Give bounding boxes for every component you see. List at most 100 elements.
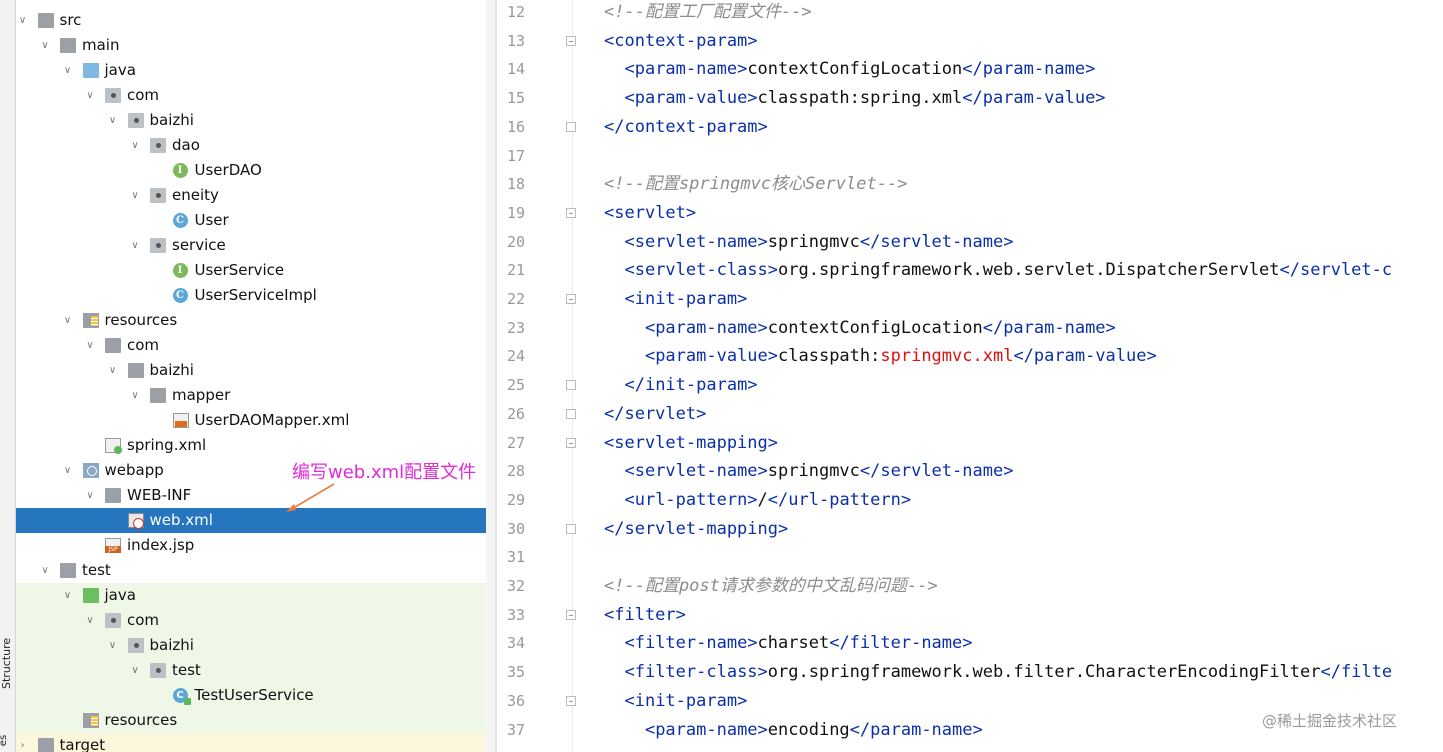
tree-item[interactable]: spring.xml xyxy=(16,433,495,458)
tree-item[interactable]: C TestUserService xyxy=(16,683,495,708)
tree-item-label: java xyxy=(104,61,136,79)
folder-icon xyxy=(127,363,144,378)
tree-item[interactable]: I UserDAO xyxy=(16,158,495,183)
chevron-down-icon[interactable]: ∨ xyxy=(106,633,120,658)
line-number: 15 xyxy=(506,89,525,108)
chevron-right-icon[interactable]: › xyxy=(16,733,30,752)
class-icon: C xyxy=(172,213,188,228)
chevron-down-icon[interactable]: ∨ xyxy=(128,183,142,208)
tree-item[interactable]: ∨ WEB-INF xyxy=(16,483,495,508)
tree-item[interactable]: UserDAOMapper.xml xyxy=(16,408,495,433)
line-number: 30 xyxy=(506,519,525,538)
tree-item-label: baizhi xyxy=(149,111,194,129)
tree-item[interactable]: ∨ src xyxy=(16,8,495,33)
line-number: 24 xyxy=(506,347,525,366)
bottom-tab[interactable]: es xyxy=(0,735,9,746)
tree-item-label: baizhi xyxy=(149,636,194,654)
chevron-down-icon[interactable]: ∨ xyxy=(106,358,120,383)
annotation-arrow xyxy=(286,483,335,512)
tree-item-label: spring.xml xyxy=(127,436,207,454)
chevron-down-icon[interactable]: ∨ xyxy=(61,458,75,483)
tree-item[interactable]: ∨ eneity xyxy=(16,183,495,208)
chevron-down-icon[interactable]: ∨ xyxy=(61,58,75,83)
fold-marker-icon[interactable] xyxy=(566,207,576,218)
source-folder-icon xyxy=(82,63,99,78)
chevron-down-icon[interactable]: ∨ xyxy=(128,383,142,408)
chevron-down-icon[interactable]: ∨ xyxy=(61,308,75,333)
chevron-down-icon[interactable]: ∨ xyxy=(38,33,52,58)
tree-item[interactable]: ∨ mapper xyxy=(16,383,495,408)
tree-item[interactable]: C UserServiceImpl xyxy=(16,283,495,308)
tree-item[interactable]: ∨ test xyxy=(16,658,495,683)
tree-item-label: web.xml xyxy=(149,511,213,529)
tree-item[interactable]: ∨ com xyxy=(16,333,495,358)
fold-marker-icon[interactable] xyxy=(566,609,576,620)
code-line: <param-name>encoding</param-name> xyxy=(644,719,983,740)
tree-item[interactable]: ∨ java xyxy=(16,583,495,608)
tree-item[interactable]: ∨ baizhi xyxy=(16,108,495,133)
package-icon xyxy=(127,638,144,653)
resources-folder-icon xyxy=(82,313,99,328)
excluded-folder-icon xyxy=(37,738,54,752)
code-line: <init-param> xyxy=(624,690,748,711)
tree-item[interactable]: ∨ service xyxy=(16,233,495,258)
package-icon xyxy=(105,613,121,628)
tree-item[interactable]: ∨ resources xyxy=(16,308,495,333)
chevron-down-icon[interactable]: ∨ xyxy=(128,658,142,683)
web-folder-icon xyxy=(82,463,99,478)
chevron-down-icon[interactable]: ∨ xyxy=(83,483,97,508)
structure-tab[interactable]: Structure xyxy=(0,638,14,689)
tree-item-label: UserService xyxy=(194,261,285,279)
chevron-down-icon[interactable]: ∨ xyxy=(83,608,97,633)
chevron-down-icon[interactable]: ∨ xyxy=(83,83,97,108)
chevron-down-icon[interactable]: ∨ xyxy=(16,8,30,33)
web-xml-icon xyxy=(127,513,144,529)
tree-item[interactable]: ∨ com xyxy=(16,608,495,633)
fold-marker-icon[interactable] xyxy=(566,380,576,391)
chevron-down-icon[interactable]: ∨ xyxy=(106,108,120,133)
line-number: 27 xyxy=(506,433,525,452)
tree-item[interactable]: ∨ com xyxy=(16,83,495,108)
code-line: <url-pattern>/</url-pattern> xyxy=(624,489,912,510)
tree-item-label: dao xyxy=(172,136,200,154)
fold-marker-icon[interactable] xyxy=(566,523,576,534)
fold-marker-icon[interactable] xyxy=(566,695,576,706)
tree-item-label: WEB-INF xyxy=(127,486,192,504)
fold-marker-icon[interactable] xyxy=(566,437,576,448)
tree-item[interactable]: › target xyxy=(16,733,495,752)
code-line: <filter-class>org.springframework.web.fi… xyxy=(624,662,1393,683)
chevron-down-icon[interactable]: ∨ xyxy=(61,583,75,608)
tree-item[interactable]: ∨ java xyxy=(16,58,495,83)
tree-item-label: test xyxy=(82,561,111,579)
tree-item[interactable]: resources xyxy=(16,708,495,733)
tree-item[interactable]: C User xyxy=(16,208,495,233)
test-source-folder-icon xyxy=(82,588,99,603)
code-line: <param-value>classpath:springmvc.xml</pa… xyxy=(644,346,1157,367)
chevron-down-icon[interactable]: ∨ xyxy=(128,233,142,258)
interface-icon: I xyxy=(172,163,188,178)
chevron-down-icon[interactable]: ∨ xyxy=(83,333,97,358)
fold-marker-icon[interactable] xyxy=(566,121,576,132)
fold-marker-icon[interactable] xyxy=(566,408,576,419)
line-number: 32 xyxy=(506,577,525,595)
class-icon: C xyxy=(172,288,188,303)
tree-item[interactable]: I UserService xyxy=(16,258,495,283)
fold-marker-icon[interactable] xyxy=(566,35,576,46)
line-number: 14 xyxy=(506,60,525,79)
tree-item[interactable]: ∨ baizhi xyxy=(16,358,495,383)
tree-item-label: java xyxy=(104,586,136,604)
code-line: <servlet> xyxy=(604,202,697,223)
code-line: </servlet> xyxy=(604,403,707,424)
chevron-down-icon[interactable]: ∨ xyxy=(38,558,52,583)
tree-item[interactable]: ∨ main xyxy=(16,33,495,58)
code-line: </servlet-mapping> xyxy=(604,518,789,539)
chevron-down-icon[interactable]: ∨ xyxy=(128,133,142,158)
tree-item[interactable]: ∨ baizhi xyxy=(16,633,495,658)
tree-item[interactable]: ∨ dao xyxy=(16,133,495,158)
tree-item[interactable]: ∨ test xyxy=(16,558,495,583)
tree-item[interactable]: index.jsp xyxy=(16,533,495,558)
line-number: 16 xyxy=(506,117,525,136)
fold-marker-icon[interactable] xyxy=(566,294,576,304)
tree-item[interactable]: web.xml xyxy=(16,508,495,533)
tree-scrollbar[interactable] xyxy=(486,0,495,752)
